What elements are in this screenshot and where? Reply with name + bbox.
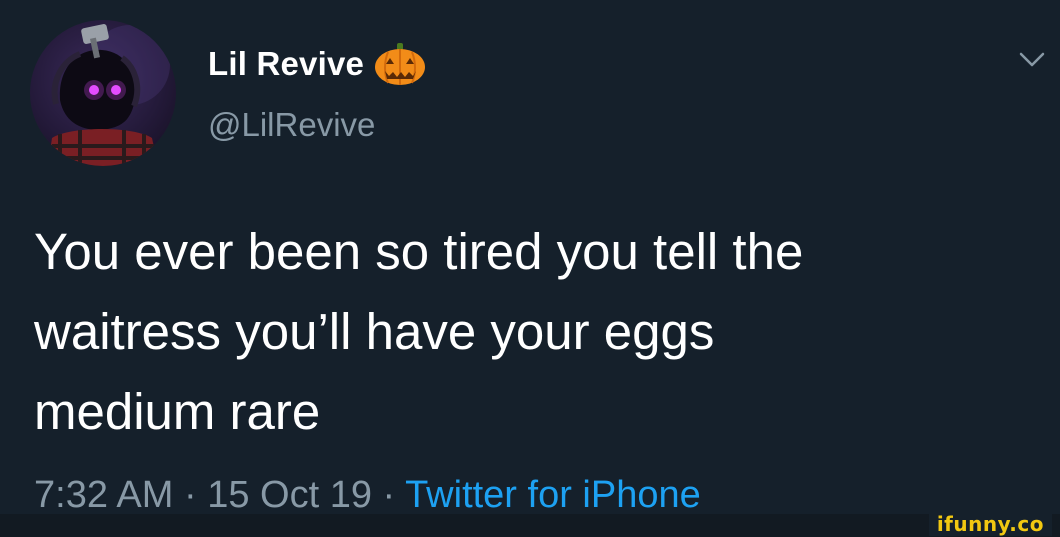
user-handle[interactable]: @LilRevive (208, 106, 375, 144)
watermark: ifunny.co (928, 512, 1052, 536)
meta-separator: · (183, 474, 197, 516)
tweet-metadata: 7:32 AM · 15 Oct 19 · Twitter for iPhone (34, 474, 701, 517)
watermark-text: ifunny.co (936, 512, 1044, 536)
jack-o-lantern-icon (375, 43, 426, 85)
hooded-figure-avatar-icon (48, 24, 170, 166)
chevron-down-icon[interactable] (1018, 50, 1046, 70)
display-name-row[interactable]: Lil Revive (208, 40, 426, 88)
tweet-source-link[interactable]: Twitter for iPhone (405, 474, 701, 516)
bottom-bar (0, 514, 1060, 537)
tweet-time[interactable]: 7:32 AM (34, 474, 173, 516)
avatar[interactable] (30, 20, 176, 166)
tweet-card: Lil Revive @LilRevive You ever been so t… (0, 0, 1060, 537)
display-name[interactable]: Lil Revive (208, 45, 364, 83)
tweet-date[interactable]: 15 Oct 19 (207, 474, 372, 516)
meta-separator: · (382, 474, 396, 516)
tweet-text: You ever been so tired you tell the wait… (34, 223, 804, 440)
